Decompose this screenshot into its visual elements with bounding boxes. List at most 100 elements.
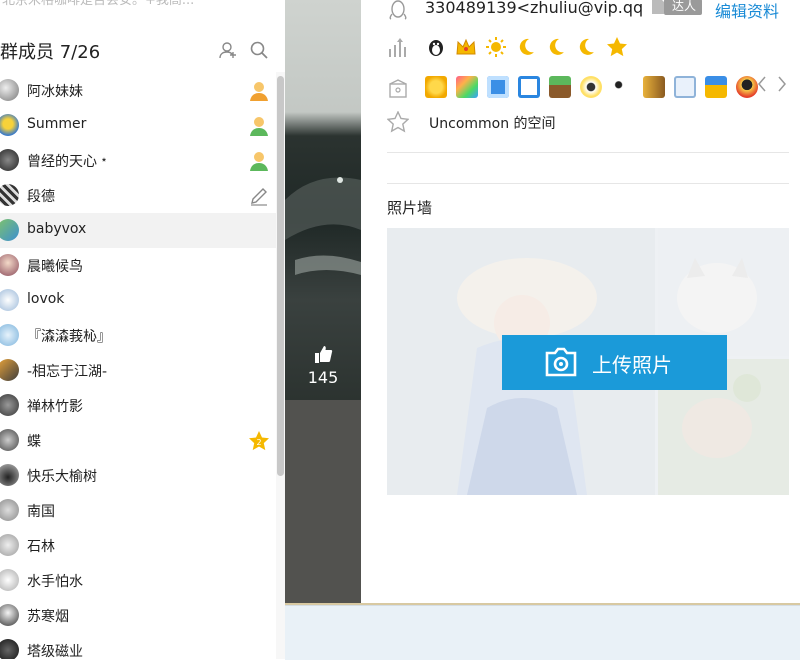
- member-row[interactable]: 水手怕水: [0, 563, 276, 598]
- member-row[interactable]: 石林: [0, 528, 276, 563]
- plant-app-icon[interactable]: [549, 76, 572, 98]
- member-name: 石林: [27, 539, 55, 555]
- star-icon: [606, 36, 628, 58]
- avatar: [0, 219, 19, 241]
- photo-app-icon[interactable]: [487, 76, 510, 98]
- photo-wall-title: 照片墙: [387, 199, 433, 217]
- moon-icon: [575, 36, 597, 58]
- member-name: 塔级磁业: [27, 644, 83, 659]
- moon-icon: [545, 36, 567, 58]
- pencil-icon: [248, 185, 270, 207]
- medal-app-icon[interactable]: [704, 76, 727, 98]
- qq-penguin-app-icon[interactable]: [735, 76, 758, 98]
- cover-bottom: [285, 400, 361, 603]
- upload-photo-button[interactable]: 上传照片: [502, 335, 727, 390]
- avatar: [0, 394, 19, 416]
- book-app-icon[interactable]: [642, 76, 665, 98]
- member-row[interactable]: 阿冰妹妹: [0, 73, 276, 108]
- chevron-right-icon[interactable]: [777, 75, 787, 98]
- photo-wall: 上传照片: [387, 228, 789, 495]
- qq-number: 330489139<zhuliu@vip.qq: [425, 0, 644, 17]
- scrollbar-thumb[interactable]: [277, 76, 284, 476]
- member-count-title: 群成员 7/26: [0, 42, 101, 63]
- profile-panel: 330489139<zhuliu@vip.qq 达人 编辑资料 Uncommon…: [361, 0, 800, 603]
- avatar: [0, 79, 19, 101]
- app-store-icon[interactable]: [456, 76, 479, 98]
- edit-profile-link[interactable]: 编辑资料: [715, 0, 779, 22]
- member-row[interactable]: lovok: [0, 283, 276, 318]
- avatar: [0, 569, 19, 591]
- member-header: 群成员 7/26: [0, 32, 285, 68]
- cow-app-icon[interactable]: [611, 76, 634, 98]
- avatar: [0, 464, 19, 486]
- thumbs-up-icon: [313, 344, 333, 364]
- member-name: 阿冰妹妹: [27, 84, 83, 100]
- member-row[interactable]: -相忘于江湖-: [0, 353, 276, 388]
- member-name: 晨曦候鸟: [27, 259, 83, 275]
- member-row[interactable]: 晨曦候鸟: [0, 248, 276, 283]
- member-row[interactable]: babyvox: [0, 213, 276, 248]
- avatar: [0, 114, 19, 136]
- moon-icon: [515, 36, 537, 58]
- member-name: 禅林竹影: [27, 399, 83, 415]
- qq-row: 330489139<zhuliu@vip.qq 达人 编辑资料: [361, 0, 800, 22]
- member-name: 水手怕水: [27, 574, 83, 590]
- qzone-link[interactable]: Uncommon 的空间: [429, 113, 556, 133]
- member-row[interactable]: 塔级磁业: [0, 633, 276, 659]
- member-panel: 北京米格咖啡是否会安。+我高... 群成员 7/26 阿冰妹妹 Summer 曾…: [0, 0, 286, 659]
- member-name: 『潹潹莪杺』: [27, 329, 111, 345]
- avatar: [0, 289, 19, 311]
- member-name: -相忘于江湖-: [27, 364, 108, 380]
- divider: [387, 183, 789, 184]
- member-name: 快乐大榆树: [27, 469, 97, 485]
- member-row[interactable]: 曾经的天心﹡: [0, 143, 276, 178]
- member-name: 南国: [27, 504, 55, 520]
- member-row[interactable]: Summer: [0, 108, 276, 143]
- member-row[interactable]: 段德: [0, 178, 276, 213]
- avatar: [0, 184, 19, 206]
- penguin-icon: [425, 36, 447, 58]
- star-level-icon: 2: [248, 430, 270, 452]
- member-row[interactable]: 苏寒烟: [0, 598, 276, 633]
- svg-text:2: 2: [256, 438, 261, 447]
- member-row[interactable]: 快乐大榆树: [0, 458, 276, 493]
- admin-icon: [248, 80, 270, 102]
- qq-level-icons[interactable]: [425, 36, 631, 60]
- star-app-icon[interactable]: [425, 76, 447, 98]
- divider: [387, 152, 789, 153]
- search-icon[interactable]: [249, 40, 269, 60]
- member-row[interactable]: 蝶 2: [0, 423, 276, 458]
- app-icons[interactable]: [425, 76, 762, 100]
- avatar: [0, 324, 19, 346]
- crown-icon: [455, 36, 477, 58]
- member-scrollbar[interactable]: [276, 72, 285, 659]
- talent-badge: 达人: [648, 0, 704, 16]
- chevron-left-icon[interactable]: [757, 75, 767, 98]
- avatar: [0, 429, 19, 451]
- camera-icon: [544, 347, 578, 377]
- avatar: [0, 499, 19, 521]
- admin-icon: [248, 150, 270, 172]
- add-member-icon[interactable]: [218, 40, 238, 60]
- member-list: 阿冰妹妹 Summer 曾经的天心﹡ 段德 babyvox 晨曦候鸟 lovok…: [0, 73, 285, 659]
- member-row[interactable]: 『潹潹莪杺』: [0, 318, 276, 353]
- member-row[interactable]: 南国: [0, 493, 276, 528]
- avatar: [0, 359, 19, 381]
- admin-icon: [248, 115, 270, 137]
- penguin-outline-icon: [387, 0, 409, 22]
- member-row[interactable]: 禅林竹影: [0, 388, 276, 423]
- like-button[interactable]: 145: [285, 340, 361, 390]
- upload-photo-label: 上传照片: [592, 353, 672, 377]
- mail-app-icon[interactable]: [673, 76, 696, 98]
- member-name: lovok: [27, 291, 65, 307]
- sun-icon: [485, 36, 507, 58]
- truncated-text: 北京米格咖啡是否会安。+我高...: [2, 0, 195, 8]
- member-name: babyvox: [27, 221, 87, 237]
- diamond-app-icon[interactable]: [518, 76, 541, 98]
- avatar: [0, 534, 19, 556]
- avatar: [0, 149, 19, 171]
- eye-app-icon[interactable]: [580, 76, 603, 98]
- gift-box-icon: [387, 77, 409, 99]
- avatar: [0, 639, 19, 659]
- star-outline-icon: [386, 110, 410, 133]
